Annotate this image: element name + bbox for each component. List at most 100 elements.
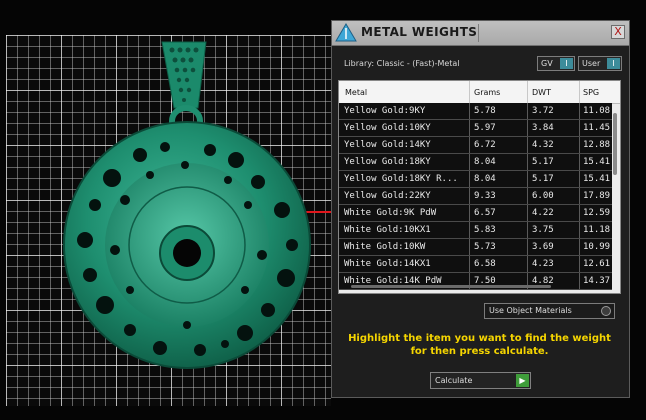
cell-metal: Yellow Gold:18KY R... [344, 174, 458, 184]
toggle-indicator-icon: I [607, 58, 620, 69]
cell-spg: 10.99 [583, 242, 611, 252]
play-icon: ▶ [516, 374, 529, 387]
scale-icon [335, 23, 357, 42]
cell-metal: White Gold:10KW [344, 242, 426, 252]
cell-divider [579, 137, 580, 153]
cell-divider [527, 120, 528, 136]
cell-spg: 15.41 [583, 157, 611, 167]
table-row[interactable]: Yellow Gold:18KY 8.04 5.17 15.41 [339, 154, 612, 171]
cell-divider [527, 103, 528, 119]
cell-dwt: 4.23 [532, 259, 554, 269]
cell-metal: Yellow Gold:9KY [344, 106, 426, 116]
column-header-spg[interactable]: SPG [583, 88, 599, 97]
cell-divider [527, 205, 528, 221]
horizontal-scrollbar[interactable] [351, 285, 551, 288]
column-divider [579, 81, 580, 103]
cell-divider [469, 137, 470, 153]
cell-divider [527, 239, 528, 255]
cell-spg: 12.59 [583, 208, 611, 218]
cell-divider [579, 171, 580, 187]
close-button[interactable]: X [611, 25, 625, 39]
cell-divider [469, 171, 470, 187]
gv-toggle-label: GV [541, 59, 553, 68]
radio-icon[interactable] [601, 306, 611, 316]
cell-spg: 14.37 [583, 276, 611, 286]
cell-divider [579, 188, 580, 204]
panel-title: METAL WEIGHTS [361, 25, 478, 39]
cell-dwt: 4.22 [532, 208, 554, 218]
table-body: Yellow Gold:9KY 5.78 3.72 11.08 Yellow Gold:… [339, 103, 612, 290]
panel-titlebar[interactable]: METAL WEIGHTS X [332, 21, 629, 46]
table-row[interactable]: Yellow Gold:10KY 5.97 3.84 11.45 [339, 120, 612, 137]
cell-divider [579, 222, 580, 238]
user-toggle[interactable]: User I [578, 56, 622, 71]
cell-dwt: 3.69 [532, 242, 554, 252]
table-row[interactable]: White Gold:10KX1 5.83 3.75 11.18 [339, 222, 612, 239]
user-toggle-label: User [582, 59, 601, 68]
cell-divider [579, 256, 580, 272]
cell-metal: White Gold:10KX1 [344, 225, 431, 235]
cell-dwt: 6.00 [532, 191, 554, 201]
cell-grams: 5.78 [474, 106, 496, 116]
cell-divider [527, 256, 528, 272]
instructions-text: Highlight the item you want to find the … [348, 333, 611, 357]
cell-spg: 12.61 [583, 259, 611, 269]
cell-divider [469, 154, 470, 170]
cell-dwt: 3.72 [532, 106, 554, 116]
cell-divider [527, 154, 528, 170]
cell-divider [579, 103, 580, 119]
cell-divider [469, 188, 470, 204]
cell-divider [579, 273, 580, 289]
table-row[interactable]: Yellow Gold:18KY R... 8.04 5.17 15.41 [339, 171, 612, 188]
table-row[interactable]: Yellow Gold:9KY 5.78 3.72 11.08 [339, 103, 612, 120]
cell-metal: Yellow Gold:14KY [344, 140, 431, 150]
column-header-metal[interactable]: Metal [345, 88, 367, 97]
metal-weights-panel: METAL WEIGHTS X Library: Classic - (Fast… [331, 20, 630, 398]
cell-divider [527, 222, 528, 238]
library-label: Library: Classic - (Fast)-Metal [344, 59, 460, 68]
column-header-dwt[interactable]: DWT [532, 88, 551, 97]
cell-grams: 8.04 [474, 157, 496, 167]
cell-grams: 5.83 [474, 225, 496, 235]
cell-divider [469, 256, 470, 272]
calculate-button[interactable]: Calculate ▶ [430, 372, 531, 389]
cell-dwt: 5.17 [532, 174, 554, 184]
table-header: Metal Grams DWT SPG [339, 81, 620, 104]
close-icon: X [614, 25, 622, 38]
toggle-indicator-icon: I [560, 58, 573, 69]
cell-spg: 11.08 [583, 106, 611, 116]
column-divider [469, 81, 470, 103]
table-row[interactable]: Yellow Gold:22KY 9.33 6.00 17.89 [339, 188, 612, 205]
table-row[interactable]: White Gold:14KX1 6.58 4.23 12.61 [339, 256, 612, 273]
cell-spg: 11.18 [583, 225, 611, 235]
cell-spg: 17.89 [583, 191, 611, 201]
cell-divider [469, 205, 470, 221]
table-row[interactable]: White Gold:9K PdW 6.57 4.22 12.59 [339, 205, 612, 222]
cell-spg: 11.45 [583, 123, 611, 133]
cell-grams: 6.57 [474, 208, 496, 218]
cell-grams: 8.04 [474, 174, 496, 184]
cell-metal: White Gold:14KX1 [344, 259, 431, 269]
cell-divider [469, 120, 470, 136]
cell-divider [579, 154, 580, 170]
cell-divider [527, 171, 528, 187]
use-object-materials-option[interactable]: Use Object Materials [484, 303, 615, 319]
table-row[interactable]: White Gold:10KW 5.73 3.69 10.99 [339, 239, 612, 256]
cell-grams: 6.58 [474, 259, 496, 269]
cell-metal: Yellow Gold:18KY [344, 157, 431, 167]
vertical-scrollbar[interactable] [613, 113, 617, 175]
titlebar-divider [478, 24, 479, 42]
cell-divider [527, 188, 528, 204]
table-row[interactable]: Yellow Gold:14KY 6.72 4.32 12.88 [339, 137, 612, 154]
column-header-grams[interactable]: Grams [474, 88, 500, 97]
gv-toggle[interactable]: GV I [537, 56, 575, 71]
cell-grams: 6.72 [474, 140, 496, 150]
cell-divider [469, 103, 470, 119]
cell-dwt: 3.75 [532, 225, 554, 235]
cell-spg: 15.41 [583, 174, 611, 184]
metal-table[interactable]: Metal Grams DWT SPG Yellow Gold:9KY 5.78 3… [338, 80, 621, 294]
cell-divider [469, 239, 470, 255]
cell-dwt: 5.17 [532, 157, 554, 167]
cell-grams: 5.97 [474, 123, 496, 133]
cell-dwt: 4.32 [532, 140, 554, 150]
